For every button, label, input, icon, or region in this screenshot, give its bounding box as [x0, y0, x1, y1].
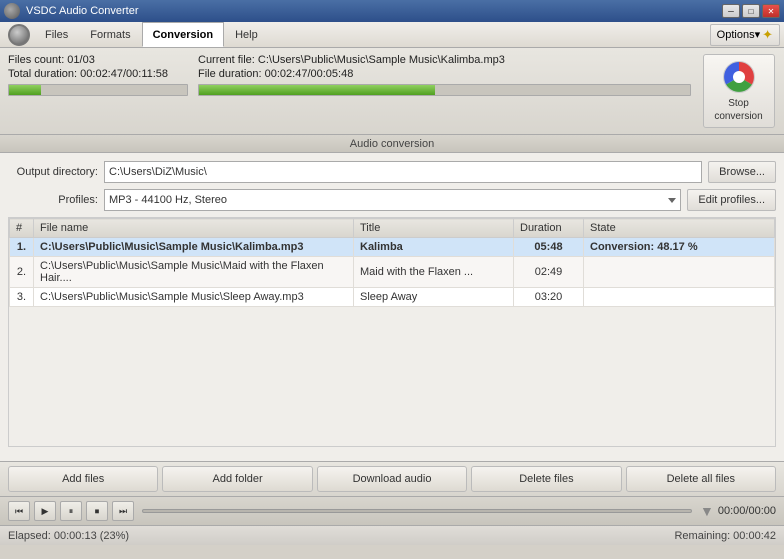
file-progress-bar: [198, 84, 691, 96]
files-count: Files count: 01/03: [8, 54, 188, 66]
maximize-button[interactable]: □: [742, 4, 760, 18]
menu-bar: Files Formats Conversion Help Options▾ ✦: [0, 22, 784, 48]
cell-duration: 03:20: [514, 288, 584, 307]
cell-filename: C:\Users\Public\Music\Sample Music\Maid …: [34, 257, 354, 288]
delete-all-files-button[interactable]: Delete all files: [626, 466, 776, 492]
title-bar-controls: ─ □ ✕: [722, 4, 780, 18]
col-header-state: State: [584, 219, 775, 238]
close-button[interactable]: ✕: [762, 4, 780, 18]
table-row[interactable]: 1.C:\Users\Public\Music\Sample Music\Kal…: [10, 238, 775, 257]
transport-stop-button[interactable]: ⏹: [86, 501, 108, 521]
cell-duration: 05:48: [514, 238, 584, 257]
download-audio-button[interactable]: Download audio: [317, 466, 467, 492]
file-table-container: # File name Title Duration State 1.C:\Us…: [8, 217, 776, 447]
menu-item-formats[interactable]: Formats: [79, 22, 141, 47]
menu-item-help[interactable]: Help: [224, 22, 269, 47]
profiles-label: Profiles:: [8, 194, 98, 206]
total-duration: Total duration: 00:02:47/00:11:58: [8, 68, 188, 80]
funnel-icon: ▼: [700, 503, 714, 519]
total-progress-bar: [8, 84, 188, 96]
cell-num: 3.: [10, 288, 34, 307]
edit-profiles-button[interactable]: Edit profiles...: [687, 189, 776, 211]
cell-filename: C:\Users\Public\Music\Sample Music\Kalim…: [34, 238, 354, 257]
cell-filename: C:\Users\Public\Music\Sample Music\Sleep…: [34, 288, 354, 307]
stop-conversion-button[interactable]: Stopconversion: [703, 54, 775, 128]
cell-num: 1.: [10, 238, 34, 257]
elapsed-label: Elapsed: 00:00:13 (23%): [8, 530, 129, 542]
window-title: VSDC Audio Converter: [26, 5, 139, 17]
col-header-duration: Duration: [514, 219, 584, 238]
profiles-select[interactable]: MP3 - 44100 Hz, Stereo: [104, 189, 681, 211]
add-files-button[interactable]: Add files: [8, 466, 158, 492]
options-button[interactable]: Options▾ ✦: [710, 24, 780, 46]
cell-state: [584, 257, 775, 288]
file-table: # File name Title Duration State 1.C:\Us…: [9, 218, 775, 307]
status-bar: Elapsed: 00:00:13 (23%) Remaining: 00:00…: [0, 525, 784, 545]
cell-duration: 02:49: [514, 257, 584, 288]
cell-state: [584, 288, 775, 307]
status-right: Stopconversion: [701, 54, 776, 128]
stop-conversion-icon: [721, 59, 757, 95]
remaining-label: Remaining: 00:00:42: [674, 530, 776, 542]
stop-label: Stopconversion: [714, 97, 762, 123]
table-row[interactable]: 2.C:\Users\Public\Music\Sample Music\Mai…: [10, 257, 775, 288]
status-left: Files count: 01/03 Total duration: 00:02…: [8, 54, 188, 96]
col-header-title: Title: [354, 219, 514, 238]
cell-title: Maid with the Flaxen ...: [354, 257, 514, 288]
profiles-row: Profiles: MP3 - 44100 Hz, Stereo Edit pr…: [8, 189, 776, 211]
cell-state: Conversion: 48.17 %: [584, 238, 775, 257]
transport-time: 00:00/00:00: [718, 505, 776, 517]
menu-item-files[interactable]: Files: [34, 22, 79, 47]
transport-bar: ⏮ ▶ ⏸ ⏹ ⏭ ▼ 00:00/00:00: [0, 496, 784, 525]
title-bar: VSDC Audio Converter ─ □ ✕: [0, 0, 784, 22]
main-content: Output directory: Browse... Profiles: MP…: [0, 153, 784, 461]
file-duration: File duration: 00:02:47/00:05:48: [198, 68, 691, 80]
output-directory-row: Output directory: Browse...: [8, 161, 776, 183]
transport-next-button[interactable]: ⏭: [112, 501, 134, 521]
minimize-button[interactable]: ─: [722, 4, 740, 18]
output-directory-input[interactable]: [104, 161, 702, 183]
menu-right: Options▾ ✦: [710, 22, 780, 47]
transport-play-button[interactable]: ▶: [34, 501, 56, 521]
current-file: Current file: C:\Users\Public\Music\Samp…: [198, 54, 691, 66]
browse-button[interactable]: Browse...: [708, 161, 776, 183]
app-icon: [4, 3, 20, 19]
cell-num: 2.: [10, 257, 34, 288]
table-row[interactable]: 3.C:\Users\Public\Music\Sample Music\Sle…: [10, 288, 775, 307]
menu-item-conversion[interactable]: Conversion: [142, 22, 225, 47]
add-folder-button[interactable]: Add folder: [162, 466, 312, 492]
col-header-num: #: [10, 219, 34, 238]
status-center: Current file: C:\Users\Public\Music\Samp…: [198, 54, 691, 96]
file-progress-fill: [199, 85, 435, 95]
audio-conversion-label: Audio conversion: [350, 138, 434, 150]
cell-title: Kalimba: [354, 238, 514, 257]
col-header-filename: File name: [34, 219, 354, 238]
output-label: Output directory:: [8, 166, 98, 178]
total-progress-fill: [9, 85, 41, 95]
seek-slider[interactable]: [142, 509, 692, 513]
logo-circle-icon: [8, 24, 30, 46]
app-logo: [4, 22, 34, 48]
transport-pause-button[interactable]: ⏸: [60, 501, 82, 521]
star-icon: ✦: [762, 27, 773, 43]
delete-files-button[interactable]: Delete files: [471, 466, 621, 492]
status-panel: Files count: 01/03 Total duration: 00:02…: [0, 48, 784, 135]
cell-title: Sleep Away: [354, 288, 514, 307]
bottom-buttons: Add files Add folder Download audio Dele…: [0, 461, 784, 496]
table-header-row: # File name Title Duration State: [10, 219, 775, 238]
title-bar-left: VSDC Audio Converter: [4, 3, 139, 19]
audio-conversion-bar: Audio conversion: [0, 135, 784, 153]
transport-prev-button[interactable]: ⏮: [8, 501, 30, 521]
